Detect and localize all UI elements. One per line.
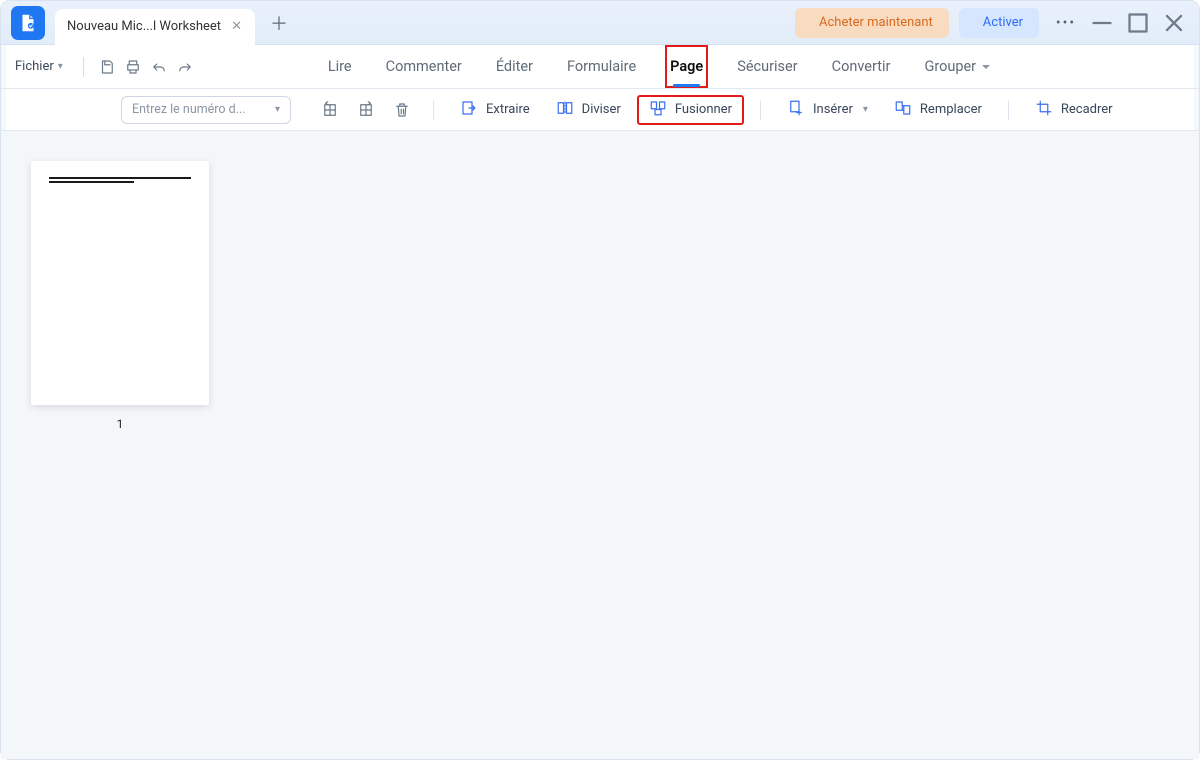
separator <box>83 57 84 77</box>
new-tab-button[interactable]: ＋ <box>263 7 295 39</box>
replace-icon <box>894 99 912 121</box>
app-window: Nouveau Mic...l Worksheet ✕ ＋ Acheter ma… <box>0 0 1200 760</box>
insert-icon <box>787 99 805 121</box>
crop-icon <box>1035 99 1053 121</box>
page-toolbar: Entrez le numéro d... ▾ Extraire Diviser… <box>1 89 1199 131</box>
close-window-button[interactable] <box>1157 8 1191 38</box>
menubar: Fichier ▾ Lire Commenter Éditer Formulaire P… <box>1 45 1199 89</box>
print-icon[interactable] <box>120 54 146 80</box>
undo-icon[interactable] <box>146 54 172 80</box>
buy-label: Acheter maintenant <box>819 15 933 30</box>
page-thumbnail-1[interactable]: 1 <box>31 161 209 431</box>
file-menu[interactable]: Fichier ▾ <box>15 59 63 74</box>
titlebar: Nouveau Mic...l Worksheet ✕ ＋ Acheter ma… <box>1 1 1199 45</box>
app-logo <box>11 6 45 40</box>
separator <box>1008 100 1009 120</box>
menu-item-éditer[interactable]: Éditer <box>496 50 533 83</box>
merge-button[interactable]: Fusionner <box>637 95 744 125</box>
buy-now-button[interactable]: Acheter maintenant <box>795 8 949 38</box>
more-icon[interactable]: ••• <box>1049 8 1083 38</box>
redo-icon[interactable] <box>172 54 198 80</box>
window-controls: ••• <box>1049 8 1191 38</box>
separator <box>433 100 434 120</box>
replace-button[interactable]: Remplacer <box>884 95 992 125</box>
chevron-down-icon: ▾ <box>863 104 868 115</box>
page-number-label: 1 <box>117 417 124 431</box>
rotate-left-button[interactable] <box>315 95 345 125</box>
tab-title: Nouveau Mic...l Worksheet <box>67 19 221 34</box>
main-menus: Lire Commenter Éditer Formulaire Page Sécuris… <box>328 50 976 83</box>
minimize-button[interactable] <box>1085 8 1119 38</box>
activate-label: Activer <box>983 15 1023 30</box>
rotate-right-button[interactable] <box>351 95 381 125</box>
menu-item-commenter[interactable]: Commenter <box>386 50 462 83</box>
split-icon <box>556 99 574 121</box>
pages-canvas[interactable]: 1 <box>1 131 1199 759</box>
save-icon[interactable] <box>94 54 120 80</box>
insert-button[interactable]: Insérer ▾ <box>777 95 878 125</box>
menu-item-formulaire[interactable]: Formulaire <box>567 50 636 83</box>
chevron-down-icon: ▾ <box>275 104 280 115</box>
activate-button[interactable]: Activer <box>959 8 1039 38</box>
menu-item-convertir[interactable]: Convertir <box>832 50 891 83</box>
separator <box>760 100 761 120</box>
close-tab-icon[interactable]: ✕ <box>231 19 242 34</box>
merge-icon <box>649 99 667 121</box>
page-input-placeholder: Entrez le numéro d... <box>132 102 246 117</box>
crop-button[interactable]: Recadrer <box>1025 95 1123 125</box>
menu-item-sécuriser[interactable]: Sécuriser <box>737 50 797 83</box>
delete-page-button[interactable] <box>387 95 417 125</box>
maximize-button[interactable] <box>1121 8 1155 38</box>
menu-item-lire[interactable]: Lire <box>328 50 352 83</box>
split-button[interactable]: Diviser <box>546 95 631 125</box>
menu-item-page[interactable]: Page <box>670 50 703 83</box>
chevron-down-icon: ▾ <box>58 61 63 72</box>
page-number-input[interactable]: Entrez le numéro d... ▾ <box>121 96 291 124</box>
extract-icon <box>460 99 478 121</box>
page-preview <box>31 161 209 405</box>
menu-item-grouper[interactable]: Grouper <box>924 50 976 83</box>
document-tab[interactable]: Nouveau Mic...l Worksheet ✕ <box>55 9 255 45</box>
extract-button[interactable]: Extraire <box>450 95 540 125</box>
